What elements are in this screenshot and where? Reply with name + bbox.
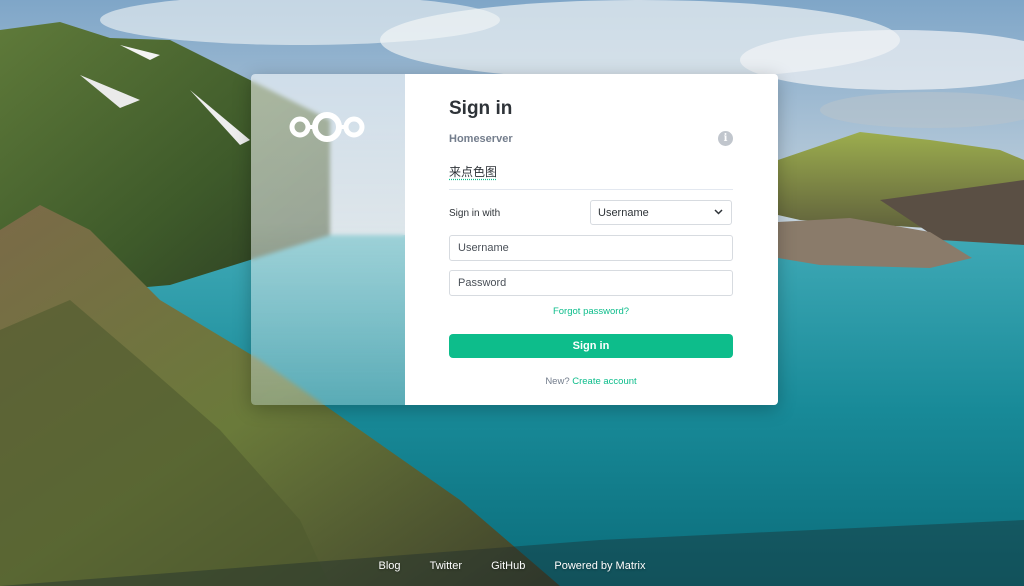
homeserver-label: Homeserver (449, 133, 513, 145)
footer-link-matrix[interactable]: Powered by Matrix (554, 560, 645, 572)
signin-with-label: Sign in with (449, 208, 501, 219)
create-account-row: New? Create account (449, 376, 733, 387)
page-title: Sign in (449, 98, 513, 119)
footer-link-twitter[interactable]: Twitter (430, 560, 462, 572)
footer-links: Blog Twitter GitHub Powered by Matrix (0, 560, 1024, 572)
username-input[interactable] (449, 235, 733, 261)
signin-button[interactable]: Sign in (449, 334, 733, 358)
footer-link-github[interactable]: GitHub (491, 560, 525, 572)
chevron-down-icon (714, 209, 723, 215)
login-form-panel: Sign in Homeserver i 来点色图 Sign in with U… (405, 74, 778, 405)
forgot-password-link[interactable]: Forgot password? (449, 306, 733, 317)
nextcloud-logo (288, 109, 366, 150)
divider (449, 189, 733, 190)
info-icon[interactable]: i (718, 131, 733, 146)
homeserver-value[interactable]: 来点色图 (449, 163, 497, 180)
password-input[interactable] (449, 270, 733, 296)
footer-link-blog[interactable]: Blog (379, 560, 401, 572)
create-account-link[interactable]: Create account (572, 376, 636, 387)
signin-method-select[interactable]: Username (590, 200, 732, 225)
new-prefix: New? (545, 376, 570, 387)
signin-method-value: Username (598, 207, 649, 219)
card-brand-panel (251, 74, 405, 405)
login-card: Sign in Homeserver i 来点色图 Sign in with U… (251, 74, 778, 405)
